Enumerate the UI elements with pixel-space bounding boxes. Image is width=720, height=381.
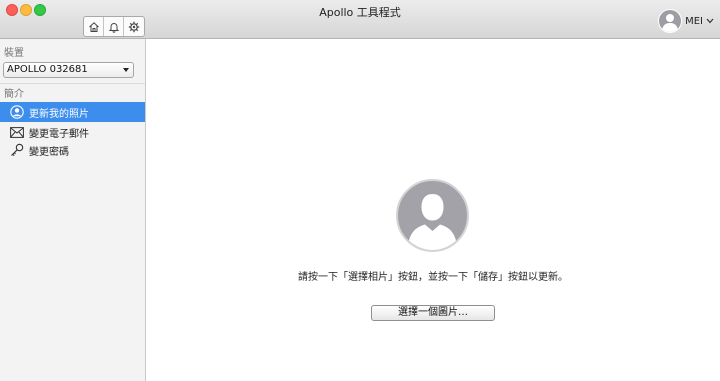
device-section-label: 裝置: [4, 48, 24, 59]
title-bar: Apollo 工具程式 MEI: [0, 0, 720, 39]
sidebar: 裝置 APOLLO 032681 簡介 更新我的照片 變更電子郵件 變更密碼: [0, 39, 146, 381]
user-name: MEI: [685, 15, 703, 27]
settings-button[interactable]: [124, 17, 144, 36]
envelope-icon: [9, 124, 25, 140]
instruction-text: 請按一下「選擇相片」按鈕，並按一下「儲存」按鈕以更新。: [298, 272, 568, 283]
gear-icon: [128, 21, 140, 32]
home-button[interactable]: [84, 17, 104, 36]
sidebar-item-update-photo[interactable]: 更新我的照片: [0, 102, 145, 122]
profile-photo-placeholder: [396, 179, 469, 252]
user-silhouette-icon: [408, 194, 457, 250]
home-icon: [88, 21, 99, 32]
sidebar-item-change-email[interactable]: 變更電子郵件: [0, 122, 145, 142]
avatar: [658, 9, 683, 33]
sidebar-item-label: 變更電子郵件: [29, 128, 89, 140]
bell-icon: [108, 22, 119, 33]
sidebar-divider: [0, 83, 145, 84]
sidebar-item-label: 變更密碼: [29, 146, 69, 158]
user-menu[interactable]: MEI: [658, 9, 714, 33]
device-select[interactable]: APOLLO 032681: [3, 62, 134, 78]
chevron-down-icon: [706, 18, 714, 24]
sidebar-item-label: 更新我的照片: [29, 108, 89, 120]
toolbar-button-group: [83, 16, 145, 37]
key-icon: [9, 142, 25, 158]
profile-section-label: 簡介: [4, 89, 24, 100]
sidebar-item-change-password[interactable]: 變更密碼: [0, 140, 145, 160]
dropdown-arrow-icon: [123, 68, 129, 72]
user-circle-icon: [9, 104, 25, 120]
device-select-value: APOLLO 032681: [7, 64, 88, 75]
choose-image-button[interactable]: 選擇一個圖片…: [371, 305, 495, 321]
main-content: 請按一下「選擇相片」按鈕，並按一下「儲存」按鈕以更新。 選擇一個圖片…: [146, 39, 720, 381]
notifications-button[interactable]: [104, 17, 124, 36]
user-silhouette-icon: [662, 14, 679, 32]
